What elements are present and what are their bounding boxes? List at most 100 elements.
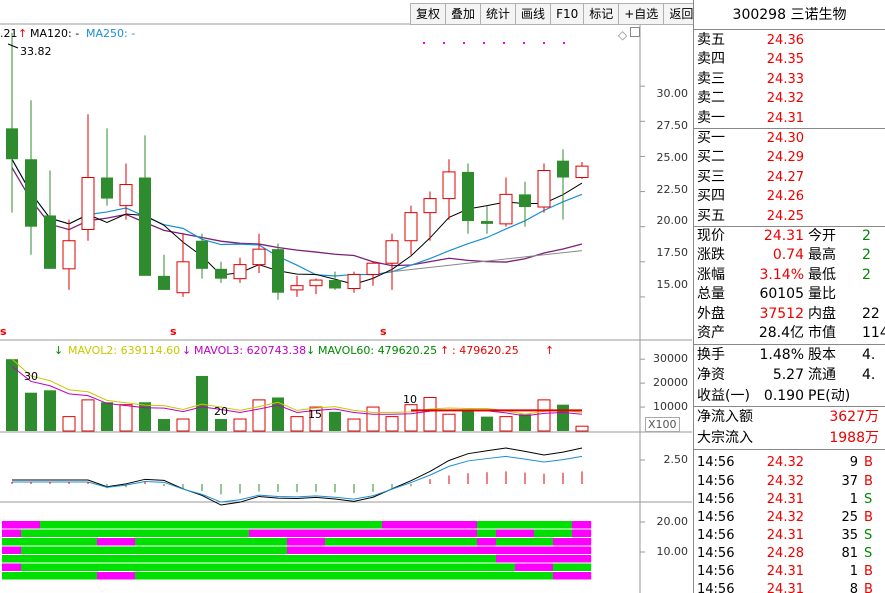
quote-value: 2 bbox=[862, 247, 871, 264]
bottom-axis-label: 20.00 bbox=[656, 515, 689, 528]
indicator-stripe bbox=[97, 538, 117, 546]
volume-bar bbox=[481, 416, 493, 431]
indicator-stripe bbox=[59, 529, 79, 537]
buy-row[interactable]: 买三 24.27 bbox=[694, 168, 885, 187]
volume-bar bbox=[176, 418, 190, 432]
stats-value: 4. bbox=[862, 367, 876, 384]
indicator-stripe bbox=[78, 521, 98, 529]
buy-row[interactable]: 买四 24.26 bbox=[694, 187, 885, 206]
indicator-stripe bbox=[78, 529, 98, 537]
indicator-stripe bbox=[173, 538, 193, 546]
indicator-stripe bbox=[325, 546, 345, 554]
sell-row[interactable]: 卖一 24.31 bbox=[694, 109, 885, 128]
sell-row[interactable]: 卖三 24.33 bbox=[694, 70, 885, 89]
indicator-stripe bbox=[401, 521, 421, 529]
mark-button[interactable]: 标记 bbox=[584, 4, 620, 24]
indicator-stripe bbox=[2, 555, 22, 563]
sell-price: 24.32 bbox=[766, 91, 804, 107]
indicator-stripe bbox=[572, 521, 592, 529]
candle-body bbox=[309, 279, 323, 287]
kline-chart-area[interactable]: 复权 叠加 统计 画线 F10 标记 +自选 返回 .21 ↑ MA120: -… bbox=[0, 0, 700, 593]
indicator-stripe bbox=[21, 538, 41, 546]
buy-row[interactable]: 买二 24.29 bbox=[694, 148, 885, 167]
indicator-stripe bbox=[249, 538, 269, 546]
indicator-stripe bbox=[515, 572, 535, 580]
indicator-stripe bbox=[116, 538, 136, 546]
indicator-stripe bbox=[534, 521, 554, 529]
quote-label: 最低 bbox=[808, 266, 836, 283]
indicator-stripe bbox=[344, 529, 364, 537]
indicator-stripe bbox=[154, 563, 174, 571]
flow-row: 净流入额 3627万 bbox=[694, 407, 885, 428]
indicator-stripe bbox=[477, 546, 497, 554]
sell-row[interactable]: 卖四 24.35 bbox=[694, 50, 885, 69]
indicator-stripe bbox=[78, 546, 98, 554]
sell-row[interactable]: 卖二 24.32 bbox=[694, 89, 885, 108]
macd-axis-label: 2.50 bbox=[663, 453, 689, 466]
quote-value: 3.14% bbox=[759, 266, 804, 283]
indicator-stripe bbox=[363, 521, 383, 529]
buy-orders: 买一 24.30 买二 24.29 买三 24.27 买四 24.26 买五 24.25 bbox=[694, 129, 885, 226]
indicator-stripe bbox=[192, 529, 212, 537]
high-price-label: 33.82 bbox=[20, 45, 52, 58]
f10-button[interactable]: F10 bbox=[551, 4, 585, 24]
indicator-stripe bbox=[496, 546, 516, 554]
sell-row[interactable]: 卖五 24.36 bbox=[694, 31, 885, 50]
indicator-stripe bbox=[116, 555, 136, 563]
tick-price: 24.32 bbox=[766, 455, 804, 471]
tick-price: 24.28 bbox=[766, 545, 804, 561]
flow-table: 净流入额 3627万 大宗流入 1988万 bbox=[694, 407, 885, 449]
indicator-stripe bbox=[306, 538, 326, 546]
draw-line-button[interactable]: 画线 bbox=[516, 4, 552, 24]
quote-table: 现价 24.31 今开 2 涨跌 0.74 最高 2 涨幅 3.14% 最低 2 总量 60105 量比 外盘… bbox=[694, 227, 885, 344]
indicator-stripe bbox=[287, 538, 307, 546]
expand-icon[interactable] bbox=[630, 27, 640, 37]
indicator-stripe bbox=[230, 572, 250, 580]
indicator-stripe bbox=[382, 538, 402, 546]
fuquan-button[interactable]: 复权 bbox=[411, 4, 447, 24]
volume-bar bbox=[252, 399, 266, 432]
mavol2-arrow: ↓ bbox=[182, 344, 192, 357]
volume-bar bbox=[101, 402, 113, 431]
indicator-stripe bbox=[2, 572, 22, 580]
indicator-stripe bbox=[192, 572, 212, 580]
indicator-stripe bbox=[515, 563, 535, 571]
price-axis-label: 22.50 bbox=[656, 183, 689, 196]
tick-list[interactable]: 14:56 24.32 9 B 14:56 24.32 37 B 14:56 24.31 1 S 14:… bbox=[694, 450, 885, 593]
indicator-stripe bbox=[515, 521, 535, 529]
volume-bar bbox=[404, 404, 418, 432]
quote-row: 总量 60105 量比 bbox=[694, 285, 885, 305]
quote-row: 涨跌 0.74 最高 2 bbox=[694, 246, 885, 266]
buy-row[interactable]: 买五 24.25 bbox=[694, 207, 885, 226]
volume-bar bbox=[139, 402, 151, 431]
stats-button[interactable]: 统计 bbox=[481, 4, 517, 24]
indicator-stripe bbox=[135, 572, 155, 580]
volume-bar bbox=[62, 416, 76, 432]
quote-value: 114 bbox=[862, 325, 885, 342]
buy-level-label: 买四 bbox=[697, 188, 725, 205]
indicator-stripe bbox=[496, 538, 516, 546]
add-watchlist-button[interactable]: +自选 bbox=[619, 4, 665, 24]
indicator-stripe bbox=[268, 546, 288, 554]
indicator-stripe bbox=[211, 555, 231, 563]
buy-row[interactable]: 买一 24.30 bbox=[694, 129, 885, 148]
vol-legend-arrow: ↓ bbox=[54, 344, 64, 357]
quote-value: 2 bbox=[862, 227, 871, 244]
stats-label: 净资 bbox=[697, 367, 725, 384]
indicator-stripe bbox=[249, 529, 269, 537]
flow-value: 3627万 bbox=[829, 409, 879, 426]
pin-icon[interactable]: ◇ bbox=[618, 28, 627, 42]
vol-extra-legend: : 479620.25 bbox=[452, 344, 519, 357]
mavol3-line bbox=[11, 365, 583, 417]
indicator-stripe bbox=[458, 555, 478, 563]
indicator-stripe bbox=[40, 563, 60, 571]
indicator-stripe bbox=[325, 529, 345, 537]
indicator-stripe bbox=[439, 546, 459, 554]
price-axis-label: 25.00 bbox=[656, 151, 689, 164]
volume-bar bbox=[215, 419, 227, 431]
flow-row: 大宗流入 1988万 bbox=[694, 428, 885, 449]
volume-bar bbox=[347, 418, 361, 432]
kline-chart-svg[interactable] bbox=[0, 0, 692, 593]
overlay-button[interactable]: 叠加 bbox=[446, 4, 482, 24]
stats-table: 换手 1.48% 股本 4. 净资 5.27 流通 4. 收益(一) 0.190 PE(动) bbox=[694, 345, 885, 407]
